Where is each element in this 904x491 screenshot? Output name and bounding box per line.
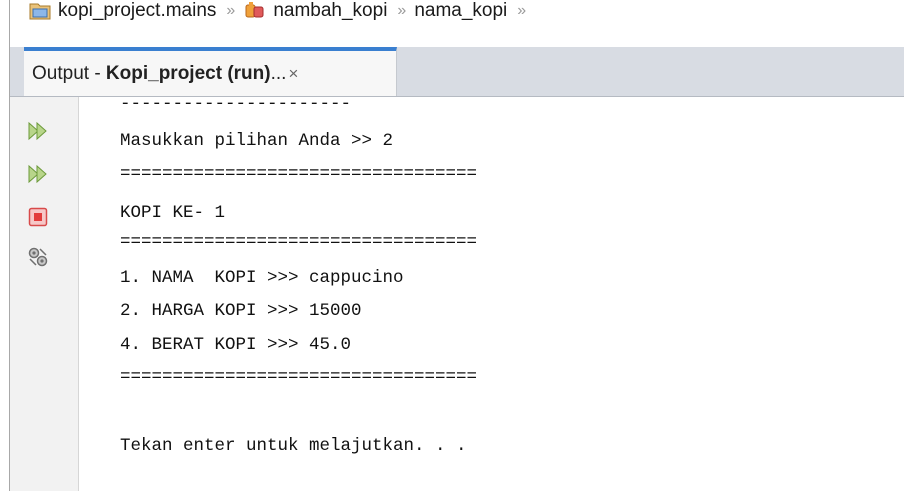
breadcrumb-item-method[interactable]: nambah_kopi [273, 0, 387, 22]
stop-icon[interactable] [25, 204, 51, 230]
console-line: 1. NAMA KOPI >>> cappucino [120, 268, 404, 288]
breadcrumb-item-variable[interactable]: nama_kopi [414, 0, 507, 22]
console-output[interactable]: ---------------------- Masukkan pilihan … [79, 97, 904, 491]
console-line: KOPI KE- 1 [120, 203, 226, 223]
breadcrumb-separator: » [517, 2, 526, 19]
method-icon [243, 1, 267, 21]
console-line: ================================== [120, 164, 478, 184]
console-line: Masukkan pilihan Anda >> 2 [120, 131, 394, 151]
close-icon[interactable]: × [288, 64, 298, 84]
package-icon [28, 1, 52, 21]
console-line: ================================== [120, 367, 478, 387]
breadcrumb-separator: » [397, 2, 406, 19]
output-tab-prefix: Output - [32, 62, 106, 84]
output-toolbar [10, 97, 79, 491]
breadcrumb-item-package[interactable]: kopi_project.mains [58, 0, 216, 22]
output-tab[interactable]: Output - Kopi_project (run) ... × [24, 47, 397, 96]
console-line: ---------------------- [120, 97, 352, 114]
console-line: ================================== [120, 232, 478, 252]
output-tab-suffix: ... [270, 62, 287, 84]
output-tab-project: Kopi_project (run) [105, 62, 271, 84]
console-line: 2. HARGA KOPI >>> 15000 [120, 301, 362, 321]
rerun-with-options-icon[interactable] [25, 161, 51, 187]
breadcrumb-separator: » [226, 2, 235, 19]
output-tabbar: Output - Kopi_project (run) ... × [10, 47, 904, 97]
console-line: Tekan enter untuk melajutkan. . . [120, 436, 467, 456]
rerun-icon[interactable] [25, 118, 51, 144]
console-line: 4. BERAT KOPI >>> 45.0 [120, 335, 352, 355]
breadcrumb: kopi_project.mains » nambah_kopi » nama_… [10, 0, 904, 40]
settings-icon[interactable] [25, 244, 51, 270]
